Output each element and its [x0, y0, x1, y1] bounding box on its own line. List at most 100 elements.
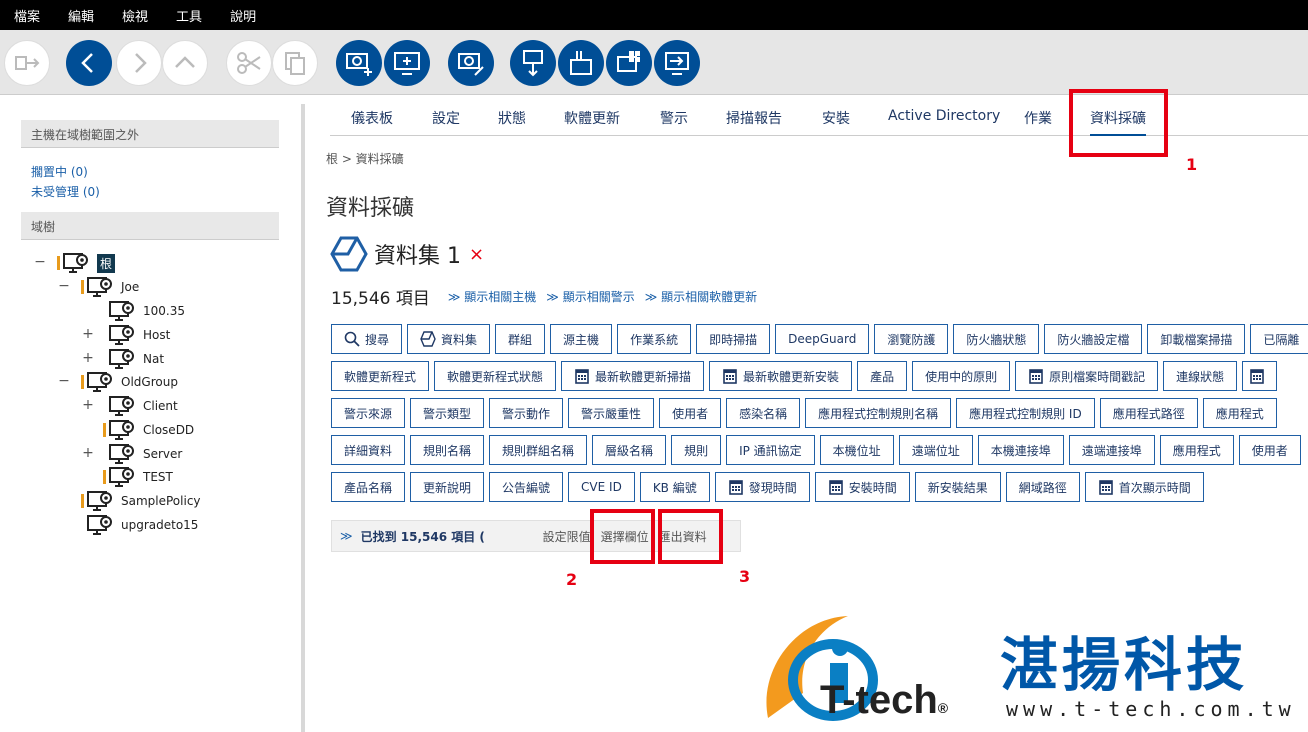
tab-active-directory[interactable]: Active Directory: [888, 108, 1000, 124]
filter-chip[interactable]: 群組: [495, 324, 546, 354]
filter-chip[interactable]: CVE ID: [568, 472, 635, 502]
tree-node[interactable]: Nat: [103, 348, 164, 370]
add-host-gear-button[interactable]: [336, 40, 382, 86]
unmanaged-link[interactable]: 未受管理 (0): [31, 183, 100, 200]
filter-chip[interactable]: [1242, 361, 1278, 391]
tree-node[interactable]: 根: [57, 252, 116, 274]
filter-chip[interactable]: 感染名稱: [726, 398, 801, 428]
show-related-alerts-link[interactable]: ≫ 顯示相關警示: [546, 288, 634, 305]
cut-button[interactable]: [226, 40, 272, 86]
filter-chip[interactable]: 層級名稱: [592, 435, 667, 465]
menu-help[interactable]: 說明: [230, 6, 256, 25]
filter-chip[interactable]: 遠端連接埠: [1068, 435, 1155, 465]
filter-chip[interactable]: 應用程式控制規則 ID: [956, 398, 1095, 428]
tree-node[interactable]: Joe: [81, 276, 139, 298]
pending-link[interactable]: 擱置中 (0): [31, 163, 88, 180]
filter-chip[interactable]: 使用者: [1238, 435, 1301, 465]
download-host-button[interactable]: [510, 40, 556, 86]
filter-chip[interactable]: IP 通訊協定: [726, 435, 815, 465]
expand-icon[interactable]: +: [82, 350, 94, 366]
panel-splitter[interactable]: [301, 104, 305, 732]
expand-icon[interactable]: +: [82, 397, 94, 413]
filter-chip[interactable]: 卸載檔案掃描: [1147, 324, 1246, 354]
filter-chip[interactable]: 規則名稱: [410, 435, 485, 465]
filter-chip[interactable]: 軟體更新程式: [331, 361, 430, 391]
menu-view[interactable]: 檢視: [122, 6, 148, 25]
filter-chip[interactable]: 網域路徑: [1005, 472, 1080, 502]
collapse-icon[interactable]: −: [34, 254, 46, 270]
filter-chip[interactable]: 公告編號: [489, 472, 564, 502]
filter-chip[interactable]: 產品: [857, 361, 908, 391]
filter-chip[interactable]: 本機位址: [819, 435, 894, 465]
tree-node[interactable]: Server: [103, 443, 182, 465]
filter-chip[interactable]: 應用程式: [1202, 398, 1277, 428]
filter-chip[interactable]: 原則檔案時間戳記: [1015, 361, 1159, 391]
back-button[interactable]: [66, 40, 112, 86]
filter-chip[interactable]: 發現時間: [714, 472, 810, 502]
show-related-updates-link[interactable]: ≫ 顯示相關軟體更新: [645, 288, 757, 305]
tree-node[interactable]: upgradeto15: [81, 514, 198, 536]
filter-chip[interactable]: 作業系統: [617, 324, 692, 354]
menu-tools[interactable]: 工具: [176, 6, 202, 25]
export-host-button[interactable]: [654, 40, 700, 86]
show-related-hosts-link[interactable]: ≫ 顯示相關主機: [448, 288, 536, 305]
filter-chip[interactable]: 即時掃描: [696, 324, 771, 354]
filter-chip[interactable]: 應用程式路徑: [1099, 398, 1198, 428]
filter-chip[interactable]: 本機連接埠: [977, 435, 1064, 465]
tree-node[interactable]: 100.35: [103, 300, 185, 322]
tree-node[interactable]: CloseDD: [103, 419, 194, 441]
dataset-close-icon[interactable]: ×: [469, 244, 484, 265]
edit-gear-button[interactable]: [448, 40, 494, 86]
set-limit-link[interactable]: 設定限值: [543, 528, 591, 545]
filter-chip[interactable]: 首次顯示時間: [1084, 472, 1204, 502]
expand-icon[interactable]: +: [82, 326, 94, 342]
connect-button[interactable]: [4, 40, 50, 86]
filter-chip[interactable]: 最新軟體更新掃描: [561, 361, 705, 391]
filter-chip[interactable]: 更新說明: [410, 472, 485, 502]
tree-node[interactable]: OldGroup: [81, 371, 178, 393]
filter-chip[interactable]: 防火牆狀態: [953, 324, 1040, 354]
tab-dashboard[interactable]: 儀表板: [351, 108, 393, 128]
filter-chip[interactable]: 資料集: [407, 324, 491, 354]
menu-file[interactable]: 檔案: [14, 6, 40, 25]
filter-chip[interactable]: 規則群組名稱: [489, 435, 588, 465]
breadcrumb[interactable]: 根 > 資料採礦: [326, 150, 404, 167]
filter-chip[interactable]: 警示來源: [331, 398, 406, 428]
filter-chip[interactable]: 軟體更新程式狀態: [434, 361, 557, 391]
expand-icon[interactable]: +: [82, 445, 94, 461]
filter-chip[interactable]: DeepGuard: [775, 324, 870, 354]
tab-software-updates[interactable]: 軟體更新: [564, 108, 620, 128]
filter-chip[interactable]: 應用程式: [1159, 435, 1234, 465]
tab-alerts[interactable]: 警示: [660, 108, 688, 128]
filter-chip[interactable]: 新安裝結果: [914, 472, 1001, 502]
filter-chip[interactable]: 源主機: [550, 324, 613, 354]
filter-chip[interactable]: 安裝時間: [814, 472, 910, 502]
collapse-icon[interactable]: −: [58, 278, 70, 294]
filter-chip[interactable]: 使用中的原則: [912, 361, 1011, 391]
menu-edit[interactable]: 編輯: [68, 6, 94, 25]
tree-node[interactable]: SamplePolicy: [81, 490, 201, 512]
tab-scan-reports[interactable]: 掃描報告: [726, 108, 782, 128]
filter-chip[interactable]: 防火牆設定檔: [1044, 324, 1143, 354]
tree-node[interactable]: Host: [103, 324, 170, 346]
copy-button[interactable]: [272, 40, 318, 86]
up-button[interactable]: [162, 40, 208, 86]
filter-chip[interactable]: 應用程式控制規則名稱: [805, 398, 952, 428]
tab-installation[interactable]: 安裝: [822, 108, 850, 128]
filter-chip[interactable]: 警示嚴重性: [568, 398, 655, 428]
tab-status[interactable]: 狀態: [498, 108, 526, 128]
tab-operations[interactable]: 作業: [1024, 108, 1052, 128]
filter-chip[interactable]: 連線狀態: [1163, 361, 1238, 391]
transfer-button[interactable]: [558, 40, 604, 86]
filter-chip[interactable]: 瀏覽防護: [874, 324, 949, 354]
filter-chip[interactable]: 遠端位址: [898, 435, 973, 465]
filter-chip[interactable]: 警示類型: [410, 398, 485, 428]
tree-node[interactable]: Client: [103, 395, 178, 417]
filter-chip[interactable]: 使用者: [659, 398, 722, 428]
filter-chip[interactable]: 詳細資料: [331, 435, 406, 465]
filter-chip[interactable]: 搜尋: [331, 324, 403, 354]
tab-settings[interactable]: 設定: [432, 108, 460, 128]
windows-host-button[interactable]: [606, 40, 652, 86]
filter-chip[interactable]: 規則: [671, 435, 722, 465]
expand-chevron-icon[interactable]: ≫: [340, 529, 353, 543]
